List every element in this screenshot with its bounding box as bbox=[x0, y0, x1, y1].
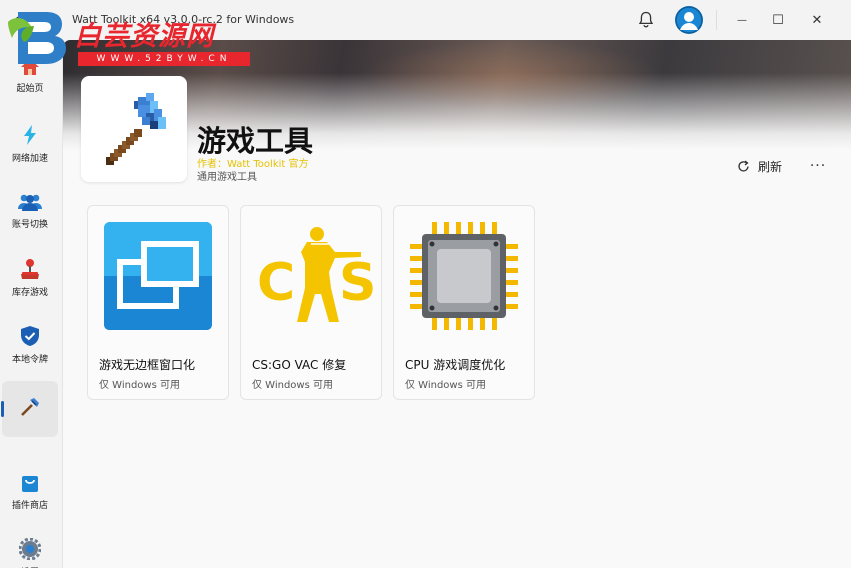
home-icon bbox=[21, 59, 39, 75]
close-icon: ✕ bbox=[811, 12, 823, 28]
main-content: 游戏工具 作者：Watt Toolkit 官方 通用游戏工具 刷新 ··· 游戏… bbox=[62, 40, 851, 568]
maximize-button[interactable]: ☐ bbox=[758, 6, 798, 34]
tool-card-name: CS:GO VAC 修复 bbox=[252, 358, 347, 372]
maximize-icon: ☐ bbox=[772, 12, 784, 28]
plugin-description: 通用游戏工具 bbox=[197, 172, 257, 183]
sidebar-item-game-tools[interactable] bbox=[1, 381, 58, 437]
back-button[interactable]: ← bbox=[8, 8, 32, 32]
gear-icon bbox=[19, 538, 41, 560]
tool-card-csgo-vac[interactable]: C S CS:GO VAC 修复 仅 Windows 可用 bbox=[240, 205, 382, 400]
sidebar-item-label: 本地令牌 bbox=[11, 355, 48, 365]
shield-icon bbox=[21, 326, 39, 346]
user-avatar[interactable] bbox=[675, 6, 703, 34]
svg-text:C: C bbox=[257, 253, 295, 313]
users-icon bbox=[18, 194, 42, 211]
minimize-icon: — bbox=[737, 14, 747, 26]
csgo-icon: C S bbox=[257, 227, 373, 322]
sidebar: 起始页 网络加速 账号切换 库存游戏 本地令牌 插件商店 bbox=[0, 40, 62, 568]
more-icon: ··· bbox=[809, 158, 827, 174]
app-title: Watt Toolkit x64 v3.0.0-rc.2 for Windows bbox=[72, 13, 295, 26]
sidebar-item-label: 库存游戏 bbox=[11, 288, 48, 298]
more-options-button[interactable]: ··· bbox=[807, 156, 829, 176]
banner-glow bbox=[363, 40, 663, 110]
sidebar-item-local-auth[interactable]: 本地令牌 bbox=[2, 317, 58, 373]
sidebar-item-label: 起始页 bbox=[16, 84, 44, 94]
tool-card-platform: 仅 Windows 可用 bbox=[405, 380, 486, 391]
joystick-icon bbox=[21, 259, 39, 279]
close-button[interactable]: ✕ bbox=[797, 6, 837, 34]
sidebar-item-settings[interactable]: 设置 bbox=[2, 530, 58, 568]
sidebar-item-plugin-store[interactable]: 插件商店 bbox=[2, 463, 58, 519]
refresh-label: 刷新 bbox=[758, 159, 783, 174]
tool-card-name: CPU 游戏调度优化 bbox=[405, 358, 506, 372]
titlebar-divider bbox=[716, 10, 717, 30]
cpu-icon bbox=[410, 222, 518, 330]
plugin-title: 游戏工具 bbox=[197, 124, 314, 158]
active-indicator bbox=[1, 401, 4, 417]
back-arrow-icon: ← bbox=[14, 12, 26, 28]
tool-card-platform: 仅 Windows 可用 bbox=[99, 380, 180, 391]
tool-card-name: 游戏无边框窗口化 bbox=[99, 358, 196, 372]
title-bar: ← Watt Toolkit x64 v3.0.0-rc.2 for Windo… bbox=[0, 0, 851, 40]
sidebar-item-account-switch[interactable]: 账号切换 bbox=[2, 183, 58, 239]
tool-card-platform: 仅 Windows 可用 bbox=[252, 380, 333, 391]
sidebar-item-label: 账号切换 bbox=[11, 220, 48, 230]
axe-icon bbox=[21, 397, 39, 416]
sidebar-item-label: 插件商店 bbox=[11, 501, 48, 511]
sidebar-item-network-accelerate[interactable]: 网络加速 bbox=[2, 116, 58, 172]
user-icon bbox=[675, 6, 703, 34]
shopping-bag-icon bbox=[22, 476, 38, 492]
tool-card-borderless-window[interactable]: 游戏无边框窗口化 仅 Windows 可用 bbox=[87, 205, 229, 400]
refresh-button[interactable]: 刷新 bbox=[737, 156, 782, 176]
refresh-icon bbox=[738, 159, 749, 171]
plugin-icon bbox=[81, 76, 187, 182]
pixel-axe-icon bbox=[106, 93, 166, 165]
tool-card-cpu-optimization[interactable]: CPU 游戏调度优化 仅 Windows 可用 bbox=[393, 205, 535, 400]
notification-button[interactable] bbox=[632, 8, 660, 32]
minimize-button[interactable]: — bbox=[722, 6, 762, 34]
sidebar-item-label: 网络加速 bbox=[11, 154, 48, 164]
lightning-icon bbox=[24, 125, 36, 145]
svg-text:S: S bbox=[339, 253, 373, 313]
sidebar-item-home[interactable]: 起始页 bbox=[2, 48, 58, 104]
sidebar-item-game-library[interactable]: 库存游戏 bbox=[2, 250, 58, 306]
bell-icon bbox=[638, 11, 654, 28]
borderless-window-icon bbox=[104, 222, 212, 330]
